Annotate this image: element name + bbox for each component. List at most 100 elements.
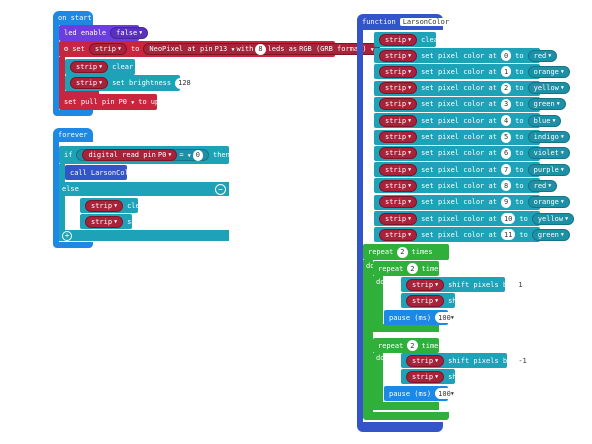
strip-variable-dropdown[interactable]: strip ▼: [379, 228, 418, 241]
set-pixel-color-block[interactable]: strip ▼ set pixel color at 3 to green ▼: [374, 96, 566, 112]
shift-2-input[interactable]: -1: [515, 355, 530, 366]
pixel-index-input[interactable]: 4: [500, 115, 512, 127]
collapse-icon[interactable]: ▲: [456, 16, 468, 28]
set-pixel-color-block[interactable]: strip ▼ set pixel color at 9 to orange ▼: [374, 194, 570, 210]
set-pixel-color-block[interactable]: strip ▼ set pixel color at 2 to yellow ▼: [374, 80, 570, 96]
strip-variable-dropdown[interactable]: strip ▼: [406, 370, 445, 383]
set-strip-block[interactable]: ⚙ set strip ▼ to NeoPixel at pin P13 ▼ wi…: [59, 41, 380, 57]
shift-1-input[interactable]: 1: [515, 279, 526, 290]
shift-1-block[interactable]: strip ▼ shift pixels by 1: [401, 277, 526, 292]
color-dropdown[interactable]: green ▼: [531, 228, 570, 241]
strip-variable-dropdown[interactable]: strip ▼: [379, 147, 418, 160]
color-dropdown[interactable]: yellow ▼: [531, 212, 575, 225]
pixel-index-input[interactable]: 3: [500, 98, 512, 110]
color-dropdown[interactable]: red ▼: [527, 179, 558, 192]
color-dropdown[interactable]: green ▼: [527, 98, 566, 111]
if-block[interactable]: if digital read pin P0 ▼ = ▼ 0 then: [59, 146, 230, 164]
leds-count-input[interactable]: 8: [255, 43, 266, 55]
operator-dropdown[interactable]: = ▼: [179, 151, 190, 159]
outer-repeat-block[interactable]: repeat 2 times: [363, 244, 449, 260]
color-dropdown[interactable]: blue ▼: [527, 114, 562, 127]
pixel-index-input[interactable]: 0: [500, 50, 512, 61]
strip-variable-dropdown[interactable]: strip ▼: [406, 354, 445, 367]
inner-repeat-2-input[interactable]: 2: [407, 340, 418, 351]
pull-mode-dropdown[interactable]: up ▼: [151, 98, 167, 106]
strip-variable-dropdown[interactable]: strip ▼: [88, 43, 127, 55]
inner-repeat-1-input[interactable]: 2: [407, 263, 418, 274]
on-start-block[interactable]: on start: [53, 11, 93, 25]
color-dropdown[interactable]: orange ▼: [527, 196, 570, 209]
pin-dropdown[interactable]: P13 ▼: [215, 45, 235, 53]
set-pixel-color-block[interactable]: strip ▼ set pixel color at 1 to orange ▼: [374, 64, 570, 80]
strip-variable-dropdown[interactable]: strip ▼: [379, 131, 418, 143]
call-block[interactable]: call LarsonColor: [65, 165, 137, 180]
led-enable-block[interactable]: led enable false ▼: [59, 25, 149, 41]
function-name-field[interactable]: LarsonColor: [399, 18, 453, 26]
fn-strip-clear-block[interactable]: strip ▼ clear: [374, 32, 442, 47]
pixel-index-input[interactable]: 7: [500, 164, 512, 176]
pause-1-input[interactable]: 100 ▼: [435, 312, 457, 323]
pull-pin-dropdown[interactable]: P0 ▼: [119, 98, 135, 106]
strip-variable-dropdown[interactable]: strip ▼: [379, 98, 418, 111]
set-pixel-color-block[interactable]: strip ▼ set pixel color at 4 to blue ▼: [374, 113, 562, 129]
compare-value-input[interactable]: 0: [192, 149, 203, 161]
inner-repeat-2-block[interactable]: repeat 2 times: [373, 338, 443, 353]
color-dropdown[interactable]: yellow ▼: [527, 82, 570, 95]
strip-variable-dropdown[interactable]: strip ▼: [70, 77, 109, 89]
pause-2-block[interactable]: pause (ms) 100 ▼: [384, 386, 457, 401]
pixel-index-input[interactable]: 6: [500, 147, 512, 159]
set-pixel-color-block[interactable]: strip ▼ set pixel color at 7 to purple ▼: [374, 162, 570, 178]
set-pixel-color-block[interactable]: strip ▼ set pixel color at 11 to green ▼: [374, 227, 570, 243]
color-dropdown[interactable]: red ▼: [527, 49, 558, 62]
strip-variable-dropdown[interactable]: strip ▼: [379, 212, 418, 225]
strip-variable-dropdown[interactable]: strip ▼: [85, 215, 124, 228]
show-1-block[interactable]: strip ▼ show: [401, 293, 465, 308]
forever-block[interactable]: forever: [53, 128, 93, 142]
else-strip-clear-block[interactable]: strip ▼ clear: [80, 198, 148, 213]
pause-2-input[interactable]: 100 ▼: [435, 388, 457, 399]
strip-variable-dropdown[interactable]: strip ▼: [379, 33, 418, 46]
strip-variable-dropdown[interactable]: strip ▼: [379, 114, 418, 127]
strip-variable-dropdown[interactable]: strip ▼: [379, 82, 418, 95]
digital-read-block[interactable]: digital read pin P0 ▼: [82, 149, 178, 161]
outer-repeat-input[interactable]: 2: [397, 246, 408, 258]
led-value-dropdown[interactable]: false ▼: [110, 27, 149, 39]
remove-else-icon[interactable]: −: [215, 184, 226, 195]
set-pixel-color-block[interactable]: strip ▼ set pixel color at 6 to violet ▼: [374, 145, 570, 161]
color-dropdown[interactable]: orange ▼: [527, 65, 570, 78]
pixel-index-input[interactable]: 9: [500, 196, 512, 208]
pixel-index-input[interactable]: 5: [500, 131, 512, 143]
set-pixel-color-block[interactable]: strip ▼ set pixel color at 5 to indigo ▼: [374, 129, 570, 145]
show-2-block[interactable]: strip ▼ show: [401, 369, 465, 384]
neopixel-create-block[interactable]: NeoPixel at pin P13 ▼ with 8 leds as RGB…: [143, 43, 380, 55]
strip-clear-block[interactable]: strip ▼ clear: [65, 59, 135, 75]
color-dropdown[interactable]: purple ▼: [527, 163, 570, 176]
add-branch-icon[interactable]: +: [62, 231, 72, 241]
color-dropdown[interactable]: violet ▼: [527, 147, 570, 160]
pause-1-block[interactable]: pause (ms) 100 ▼: [384, 310, 457, 325]
shift-2-block[interactable]: strip ▼ shift pixels by -1: [401, 353, 530, 368]
strip-variable-dropdown[interactable]: strip ▼: [379, 179, 418, 192]
pixel-index-input[interactable]: 8: [500, 180, 512, 192]
compare-block[interactable]: digital read pin P0 ▼ = ▼ 0: [76, 149, 209, 161]
strip-variable-dropdown[interactable]: strip ▼: [379, 65, 418, 78]
pixel-index-input[interactable]: 2: [500, 82, 512, 94]
pixel-index-input[interactable]: 1: [500, 66, 512, 78]
strip-variable-dropdown[interactable]: strip ▼: [379, 196, 418, 209]
strip-variable-dropdown[interactable]: strip ▼: [379, 49, 418, 62]
pixel-index-input[interactable]: 10: [500, 213, 516, 224]
color-dropdown[interactable]: indigo ▼: [527, 131, 570, 143]
set-pull-pin-block[interactable]: set pull pin P0 ▼ to up ▼: [59, 94, 166, 110]
strip-variable-dropdown[interactable]: strip ▼: [406, 294, 445, 307]
pixel-index-input[interactable]: 11: [500, 229, 516, 241]
set-pixel-color-block[interactable]: strip ▼ set pixel color at 10 to yellow ▼: [374, 211, 575, 226]
brightness-input[interactable]: 128: [175, 77, 194, 89]
inner-repeat-1-block[interactable]: repeat 2 times: [373, 261, 443, 276]
set-pixel-color-block[interactable]: strip ▼ set pixel color at 0 to red ▼: [374, 48, 558, 63]
strip-variable-dropdown[interactable]: strip ▼: [379, 163, 418, 176]
strip-variable-dropdown[interactable]: strip ▼: [406, 278, 445, 291]
strip-brightness-block[interactable]: strip ▼ set brightness 128: [65, 75, 194, 91]
strip-variable-dropdown[interactable]: strip ▼: [85, 199, 124, 212]
strip-variable-dropdown[interactable]: strip ▼: [70, 61, 109, 73]
function-block[interactable]: function LarsonColor ▲: [357, 14, 468, 30]
